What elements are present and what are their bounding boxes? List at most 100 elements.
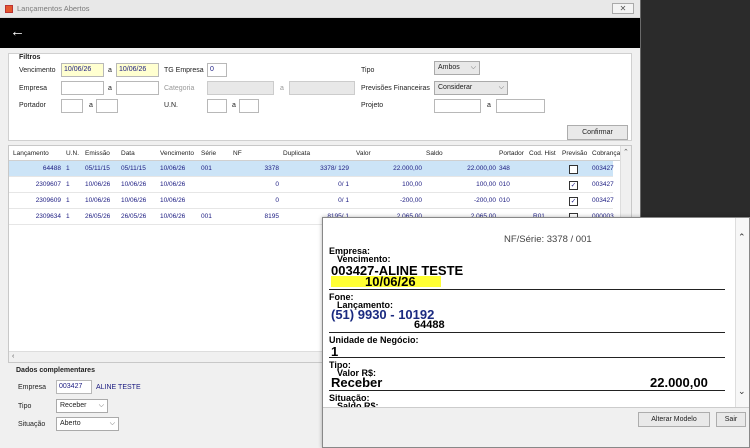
table-row[interactable]: 64488 1 05/11/15 05/11/15 10/06/26 001 3…	[9, 161, 614, 177]
tipo-select-value: Ambos	[438, 64, 460, 71]
empresa-to-input[interactable]	[116, 81, 159, 95]
dados-empresa-code[interactable]: 003427	[56, 380, 92, 394]
cell-emissao: 26/05/26	[85, 213, 111, 220]
range-a-label: a	[89, 102, 93, 109]
popup-scrollbar[interactable]: ⌃ ⌄	[735, 218, 749, 408]
tipo-select[interactable]: Ambos ⌵	[434, 61, 480, 75]
portador-label: Portador	[19, 102, 46, 109]
filters-title: Filtros	[19, 54, 41, 61]
cell-data: 05/11/15	[121, 165, 146, 172]
chevron-down-icon[interactable]: ⌄	[738, 386, 746, 397]
popup-un-label: Unidade de Negócio:	[329, 335, 419, 345]
col-vencimento[interactable]: Vencimento	[160, 150, 194, 157]
col-duplicata[interactable]: Duplicata	[283, 150, 310, 157]
previsao-checkbox[interactable]: ✓	[569, 181, 578, 190]
col-emissao[interactable]: Emissão	[85, 150, 110, 157]
un-label: U.N.	[164, 102, 178, 109]
confirm-button[interactable]: Confirmar	[567, 125, 628, 140]
cell-portador: 010	[499, 197, 510, 204]
close-icon[interactable]: ✕	[612, 3, 634, 14]
cell-saldo: -200,00	[473, 197, 496, 204]
previsao-checkbox[interactable]: ✓	[569, 197, 578, 206]
cell-un: 1	[66, 181, 70, 188]
vencimento-from-input[interactable]: 10/06/26	[61, 63, 104, 77]
projeto-label: Projeto	[361, 102, 384, 109]
popup-footer: Alterar Modelo Sair	[323, 407, 749, 447]
tg-empresa-input[interactable]: 0	[207, 63, 227, 77]
table-header: Lançamento U.N. Emissão Data Vencimento …	[9, 146, 631, 161]
chevron-up-icon[interactable]: ⌃	[623, 148, 629, 156]
back-arrow-icon[interactable]: ←	[10, 23, 25, 41]
cell-saldo: 100,00	[476, 181, 496, 188]
alterar-modelo-button[interactable]: Alterar Modelo	[638, 412, 710, 427]
previsoes-select[interactable]: Considerar ⌵	[434, 81, 508, 95]
table-row[interactable]: 2309607 1 10/06/26 10/06/26 10/06/26 0 0…	[9, 177, 614, 193]
dados-title: Dados complementares	[16, 367, 95, 374]
chevron-down-icon: ⌵	[109, 420, 115, 427]
cell-vencimento: 10/06/26	[160, 165, 186, 172]
col-lancamento[interactable]: Lançamento	[13, 150, 49, 157]
empresa-input[interactable]	[61, 81, 104, 95]
cell-lancamento: 2309607	[35, 181, 61, 188]
cell-lancamento: 2309609	[35, 197, 61, 204]
categoria-from-input	[207, 81, 274, 95]
projeto-from-input[interactable]	[434, 99, 481, 113]
header-bar: ←	[0, 18, 640, 48]
tipo-label: Tipo	[361, 67, 375, 74]
col-serie[interactable]: Série	[201, 150, 216, 157]
cell-valor: -200,00	[399, 197, 422, 204]
previsao-checkbox[interactable]	[569, 165, 578, 174]
chevron-left-icon[interactable]: ‹	[12, 353, 14, 360]
popup-title: NF/Série: 3378 / 001	[504, 234, 592, 245]
col-previsao[interactable]: Previsão	[562, 150, 587, 157]
cell-cobranca: 003427	[592, 181, 614, 188]
cell-un: 1	[66, 197, 70, 204]
cell-data: 26/05/26	[121, 213, 147, 220]
empresa-label: Empresa	[19, 85, 48, 92]
cell-lancamento: 2309634	[35, 213, 61, 220]
dados-tipo-label: Tipo	[18, 403, 32, 410]
col-portador[interactable]: Portador	[499, 150, 524, 157]
col-cod-hist[interactable]: Cod. Hist	[529, 150, 556, 157]
col-valor[interactable]: Valor	[356, 150, 371, 157]
range-a-label: a	[487, 102, 491, 109]
sair-button[interactable]: Sair	[716, 412, 746, 427]
divider	[329, 390, 725, 391]
dados-empresa-name: ALINE TESTE	[96, 384, 141, 391]
cell-cobranca: 003427	[592, 197, 614, 204]
cell-saldo: 22.000,00	[467, 165, 496, 172]
range-a-label: a	[232, 102, 236, 109]
un-to-input[interactable]	[239, 99, 259, 113]
col-nf[interactable]: NF	[233, 150, 242, 157]
dados-tipo-select[interactable]: Receber ⌵	[56, 399, 108, 413]
col-un[interactable]: U.N.	[66, 150, 79, 157]
range-a-label: a	[108, 67, 112, 74]
un-from-input[interactable]	[207, 99, 227, 113]
col-cobranca[interactable]: Cobrança	[592, 150, 620, 157]
chevron-up-icon[interactable]: ⌃	[738, 232, 746, 243]
divider	[329, 332, 725, 333]
col-saldo[interactable]: Saldo	[426, 150, 443, 157]
cell-cobranca: 003427	[592, 165, 614, 172]
cell-nf: 0	[275, 181, 279, 188]
col-data[interactable]: Data	[121, 150, 135, 157]
range-a-label: a	[108, 85, 112, 92]
cell-vencimento: 10/06/26	[160, 181, 186, 188]
dados-empresa-label: Empresa	[18, 384, 47, 391]
chevron-down-icon: ⌵	[498, 84, 504, 91]
cell-emissao: 05/11/15	[85, 165, 110, 172]
cell-vencimento: 10/06/26	[160, 213, 186, 220]
categoria-label: Categoria	[164, 85, 195, 92]
vencimento-to-input[interactable]: 10/06/26	[116, 63, 159, 77]
cell-un: 1	[66, 165, 70, 172]
categoria-to-input	[289, 81, 355, 95]
dados-situacao-select[interactable]: Aberto ⌵	[56, 417, 119, 431]
cell-nf: 8195	[264, 213, 279, 220]
projeto-to-input[interactable]	[496, 99, 545, 113]
cell-data: 10/06/26	[121, 197, 147, 204]
popup-valor-value: 22.000,00	[650, 375, 708, 390]
table-row[interactable]: 2309609 1 10/06/26 10/06/26 10/06/26 0 0…	[9, 193, 614, 209]
filters-group: Filtros Vencimento 10/06/26 a 10/06/26 T…	[8, 53, 632, 141]
portador-to-input[interactable]	[96, 99, 118, 113]
portador-from-input[interactable]	[61, 99, 83, 113]
